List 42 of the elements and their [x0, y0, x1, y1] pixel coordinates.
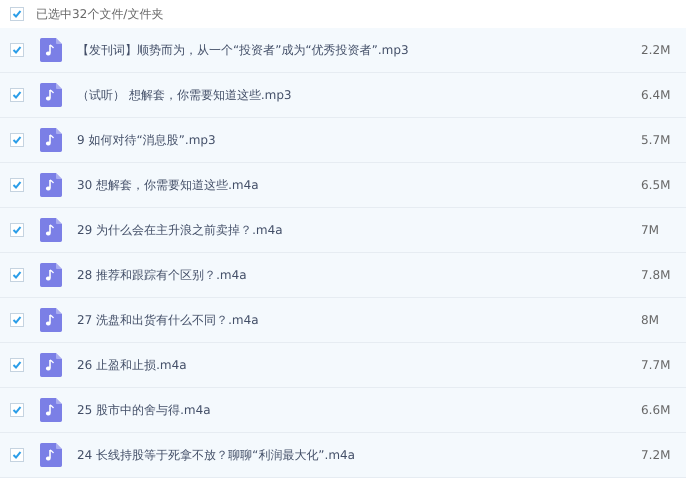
file-name: （试听） 想解套，你需要知道这些.mp3: [77, 86, 293, 104]
music-file-icon: [40, 398, 62, 422]
file-size: 7.8M: [641, 268, 672, 282]
file-checkbox[interactable]: [10, 43, 24, 57]
music-file-icon: [40, 128, 62, 152]
file-checkbox[interactable]: [10, 358, 24, 372]
file-size: 7.2M: [641, 448, 672, 462]
file-name: 【发刊词】顺势而为，从一个“投资者”成为“优秀投资者”.mp3: [77, 42, 410, 58]
file-checkbox[interactable]: [10, 223, 24, 237]
music-file-icon: [40, 173, 62, 197]
file-size: 6.4M: [641, 88, 672, 102]
select-all-checkbox[interactable]: [10, 7, 24, 21]
file-size: 2.2M: [641, 43, 672, 57]
music-file-icon: [40, 83, 62, 107]
file-name: 29 为什么会在主升浪之前卖掉？.m4a: [77, 222, 284, 238]
file-checkbox[interactable]: [10, 133, 24, 147]
music-file-icon: [40, 218, 62, 242]
file-name: 9 如何对待“消息股”.mp3: [77, 132, 217, 148]
file-checkbox[interactable]: [10, 268, 24, 282]
file-name: 24 长线持股等于死拿不放？聊聊“利润最大化”.m4a: [77, 446, 356, 464]
file-checkbox[interactable]: [10, 178, 24, 192]
file-checkbox[interactable]: [10, 448, 24, 462]
file-checkbox[interactable]: [10, 88, 24, 102]
file-name: 25 股市中的舍与得.m4a: [77, 402, 212, 418]
file-size: 8M: [641, 313, 660, 327]
music-file-icon: [40, 443, 62, 467]
file-name: 30 想解套，你需要知道这些.m4a: [77, 176, 260, 194]
music-file-icon: [40, 263, 62, 287]
file-checkbox[interactable]: [10, 403, 24, 417]
file-size: 5.7M: [641, 133, 672, 147]
file-name: 27 洗盘和出货有什么不同？.m4a: [77, 312, 260, 328]
music-file-icon: [40, 308, 62, 332]
music-file-icon: [40, 353, 62, 377]
file-size: 7.7M: [641, 358, 672, 372]
file-size: 6.5M: [641, 178, 672, 192]
file-size: 6.6M: [641, 403, 672, 417]
selection-count: 已选中32个文件/文件夹: [36, 6, 164, 22]
file-name: 26 止盈和止损.m4a: [77, 356, 188, 374]
file-checkbox[interactable]: [10, 313, 24, 327]
file-name: 28 推荐和跟踪有个区别？.m4a: [77, 266, 248, 284]
music-file-icon: [40, 38, 62, 62]
file-size: 7M: [641, 223, 660, 237]
